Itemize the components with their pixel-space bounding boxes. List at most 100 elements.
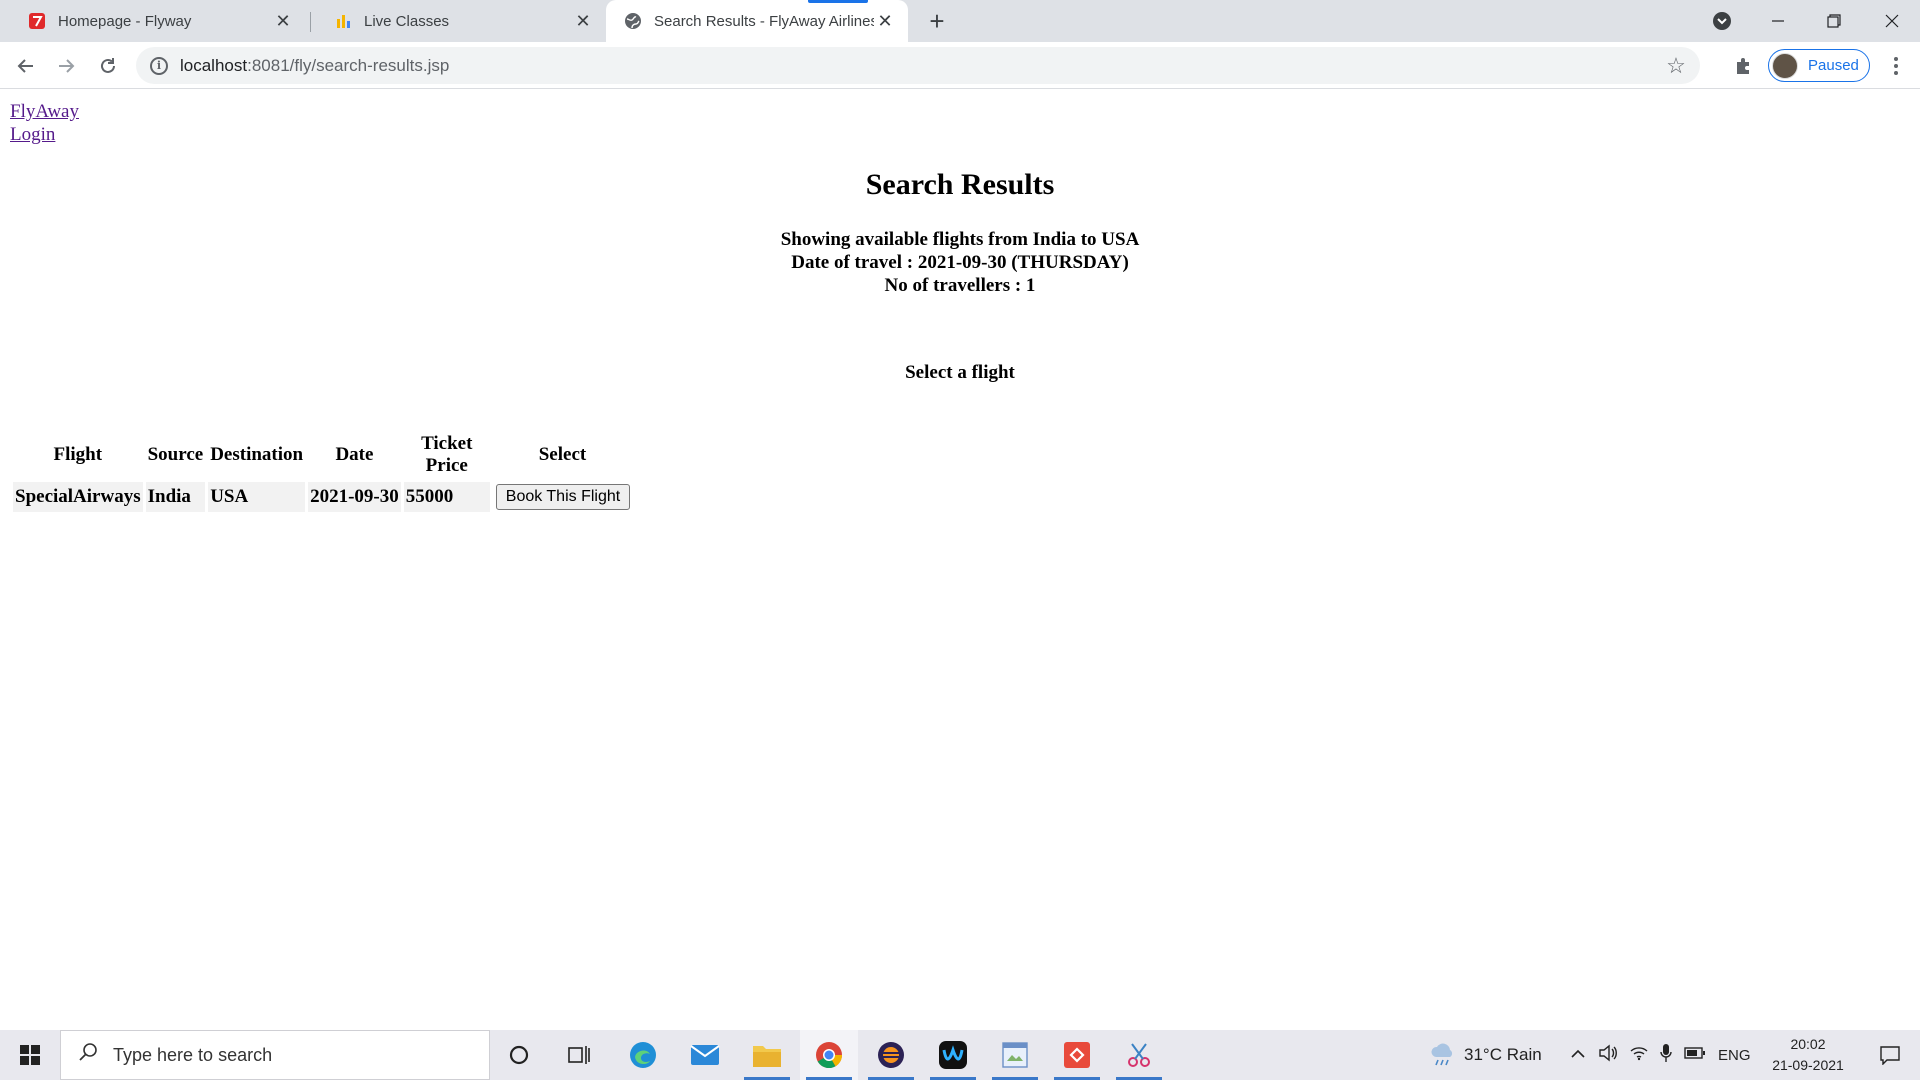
mail-icon (690, 1045, 720, 1065)
price-cell: 55000 (403, 482, 490, 512)
tab-title: Live Classes (364, 12, 450, 30)
close-tab-icon[interactable]: ✕ (272, 10, 294, 32)
edge-icon (630, 1042, 656, 1068)
column-header-destination: Destination (210, 444, 304, 465)
weather-text: 31°C Rain (1464, 1045, 1542, 1064)
back-arrow-icon (17, 59, 33, 73)
select-cell: Book This Flight (492, 482, 633, 512)
puzzle-icon (1737, 58, 1749, 74)
column-header-flight: Flight (53, 444, 103, 465)
wifi-icon[interactable] (1630, 1045, 1648, 1066)
travel-date-summary: Date of travel : 2021-09-30 (THURSDAY) (791, 252, 1129, 273)
chrome-icon (816, 1042, 843, 1069)
browser-toolbar: i localhost:8081/fly/search-results.jsp … (0, 42, 1920, 89)
language-indicator[interactable]: ENG (1718, 1047, 1751, 1064)
close-icon (1885, 14, 1899, 28)
close-tab-icon[interactable]: ✕ (874, 10, 896, 32)
windows-logo-icon (20, 1045, 40, 1065)
login-link[interactable]: Login (10, 123, 79, 146)
notification-icon (1880, 1046, 1900, 1065)
eclipse-icon (878, 1042, 904, 1068)
close-tab-icon[interactable]: ✕ (572, 10, 594, 32)
reload-button[interactable] (92, 50, 124, 82)
tab-title: Search Results - FlyAway Airlines (654, 12, 874, 30)
back-button[interactable] (10, 50, 42, 82)
forward-button[interactable] (50, 50, 82, 82)
tab-homepage[interactable]: Homepage - Flyway ✕ (0, 0, 306, 42)
avatar (1772, 52, 1798, 79)
browser-menu-button[interactable] (1880, 50, 1912, 82)
microphone-icon[interactable] (1660, 1043, 1672, 1068)
taskbar-app-eclipse[interactable] (862, 1030, 920, 1080)
taskbar-clock[interactable]: 20:02 21-09-2021 (1760, 1034, 1856, 1076)
taskbar-app-file-explorer[interactable] (738, 1030, 796, 1080)
forward-arrow-icon (59, 59, 75, 73)
minimize-icon (1772, 20, 1784, 22)
tab-title: Homepage - Flyway (58, 12, 192, 30)
globe-icon (624, 12, 642, 30)
book-flight-button[interactable]: Book This Flight (495, 484, 631, 510)
taskbar-app-chrome[interactable] (800, 1030, 858, 1080)
new-tab-button[interactable]: + (922, 6, 952, 36)
flyway-favicon-icon (28, 12, 46, 30)
site-info-icon[interactable]: i (150, 56, 168, 75)
cortana-circle-icon (509, 1045, 529, 1065)
travellers-summary: No of travellers : 1 (884, 275, 1036, 296)
column-header-select: Select (538, 444, 587, 465)
windows-taskbar: Type here to search 31°C Rain ENG 20:02 … (0, 1030, 1920, 1080)
search-summary: Showing available flights from India to … (0, 228, 1920, 297)
tab-search-results[interactable]: Search Results - FlyAway Airlines ✕ (606, 0, 908, 42)
taskbar-app-edge[interactable] (614, 1030, 672, 1080)
notification-center-button[interactable] (1866, 1030, 1914, 1080)
url-text[interactable]: localhost:8081/fly/search-results.jsp (180, 56, 1660, 76)
restore-button[interactable] (1806, 0, 1862, 42)
battery-icon[interactable] (1684, 1046, 1706, 1064)
search-placeholder: Type here to search (113, 1044, 273, 1065)
chevron-up-icon[interactable] (1570, 1046, 1586, 1064)
destination-cell: USA (208, 482, 306, 512)
date-cell: 2021-09-30 (308, 482, 401, 512)
flight-name-cell: SpecialAirways (13, 482, 143, 512)
webex-icon (939, 1041, 967, 1069)
weather-widget[interactable]: 31°C Rain (1430, 1030, 1542, 1080)
column-header-date: Date (335, 444, 374, 465)
search-icon (77, 1041, 99, 1069)
taskbar-app-mail[interactable] (676, 1030, 734, 1080)
page-content: FlyAway Login Search Results Showing ava… (0, 90, 1920, 1030)
start-button[interactable] (0, 1030, 60, 1080)
profile-button[interactable]: Paused (1768, 49, 1870, 82)
flyaway-home-link[interactable]: FlyAway (10, 100, 79, 123)
tab-strip: Homepage - Flyway ✕ Live Classes ✕ Searc… (0, 0, 1920, 42)
page-title: Search Results (865, 168, 1055, 201)
clock-date: 21-09-2021 (1772, 1057, 1844, 1073)
bookmark-star-icon[interactable]: ☆ (1660, 53, 1692, 79)
table-row: SpecialAirways India USA 2021-09-30 5500… (13, 482, 633, 512)
clock-time: 20:02 (1790, 1036, 1826, 1052)
cortana-button[interactable] (490, 1030, 548, 1080)
source-cell: India (145, 482, 206, 512)
route-summary: Showing available flights from India to … (780, 229, 1140, 250)
extensions-button[interactable] (1732, 54, 1756, 78)
speaker-icon[interactable] (1598, 1044, 1618, 1067)
task-view-button[interactable] (550, 1030, 608, 1080)
close-window-button[interactable] (1864, 0, 1920, 42)
task-view-icon (568, 1046, 590, 1064)
tab-live-classes[interactable]: Live Classes ✕ (306, 0, 606, 42)
column-header-source: Source (147, 444, 204, 465)
restore-icon (1827, 14, 1841, 28)
taskbar-search-box[interactable]: Type here to search (60, 1030, 490, 1080)
minimize-button[interactable] (1750, 0, 1806, 42)
taskbar-app-snipping[interactable] (1110, 1030, 1168, 1080)
taskbar-app-webex[interactable] (924, 1030, 982, 1080)
active-tab-indicator (808, 0, 868, 3)
tab-search-button[interactable] (1694, 0, 1750, 42)
top-links: FlyAway Login (10, 100, 79, 146)
window-app-icon (1002, 1042, 1028, 1068)
taskbar-app-git[interactable] (1048, 1030, 1106, 1080)
git-icon (1064, 1042, 1090, 1068)
address-bar[interactable]: i localhost:8081/fly/search-results.jsp … (136, 47, 1700, 84)
column-header-price: Ticket Price (421, 433, 473, 476)
taskbar-app-window[interactable] (986, 1030, 1044, 1080)
profile-status-label: Paused (1808, 57, 1859, 74)
reload-icon (101, 58, 115, 73)
